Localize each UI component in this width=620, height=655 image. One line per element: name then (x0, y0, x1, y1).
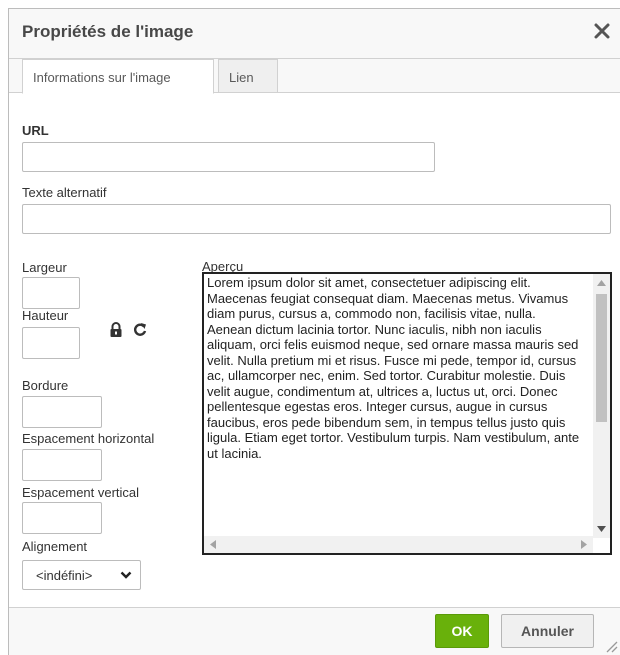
alignment-label: Alignement (22, 539, 88, 554)
scroll-down-arrow-icon[interactable] (597, 526, 606, 532)
dialog-titlebar[interactable]: Propriétés de l'image (9, 9, 620, 59)
dialog-title: Propriétés de l'image (22, 22, 194, 41)
image-properties-dialog: Propriétés de l'image Informations sur l… (8, 8, 620, 655)
alt-text-input[interactable] (22, 204, 611, 234)
cancel-button[interactable]: Annuler (501, 614, 594, 648)
tab-bar: Informations sur l'image Lien (9, 59, 620, 94)
hspace-input[interactable] (22, 449, 102, 481)
tab-link[interactable]: Lien (218, 59, 278, 93)
url-input[interactable] (22, 142, 435, 172)
resize-grip-icon[interactable] (604, 639, 618, 653)
ok-button[interactable]: OK (435, 614, 489, 648)
dialog-footer: OK Annuler (9, 607, 620, 655)
width-input[interactable] (22, 277, 80, 309)
preview-box[interactable]: Lorem ipsum dolor sit amet, consectetuer… (202, 272, 612, 555)
vertical-scrollbar[interactable] (593, 274, 610, 538)
alignment-value: <indéfini> (36, 568, 93, 583)
url-label: URL (22, 123, 49, 138)
tab-image-info-label: Informations sur l'image (33, 70, 171, 85)
scroll-right-arrow-icon[interactable] (581, 540, 587, 549)
refresh-icon[interactable] (133, 322, 147, 338)
tab-image-info[interactable]: Informations sur l'image (22, 59, 214, 94)
hspace-label: Espacement horizontal (22, 431, 155, 446)
scroll-up-arrow-icon[interactable] (597, 280, 606, 286)
close-icon[interactable] (592, 21, 612, 41)
vspace-input[interactable] (22, 502, 102, 534)
tab-link-label: Lien (229, 70, 254, 85)
preview-text: Lorem ipsum dolor sit amet, consectetuer… (207, 275, 580, 461)
height-input[interactable] (22, 327, 80, 359)
horizontal-scrollbar[interactable] (204, 536, 593, 553)
alignment-select[interactable]: <indéfini> (22, 560, 141, 590)
vspace-label: Espacement vertical (22, 485, 140, 500)
border-input[interactable] (22, 396, 102, 428)
vertical-scroll-thumb[interactable] (596, 294, 607, 422)
width-label: Largeur (22, 260, 67, 275)
lock-icon[interactable] (109, 322, 123, 338)
scroll-left-arrow-icon[interactable] (210, 540, 216, 549)
height-label: Hauteur (22, 308, 69, 323)
chevron-down-icon (120, 571, 132, 579)
alt-text-label: Texte alternatif (22, 185, 107, 200)
border-label: Bordure (22, 378, 69, 393)
